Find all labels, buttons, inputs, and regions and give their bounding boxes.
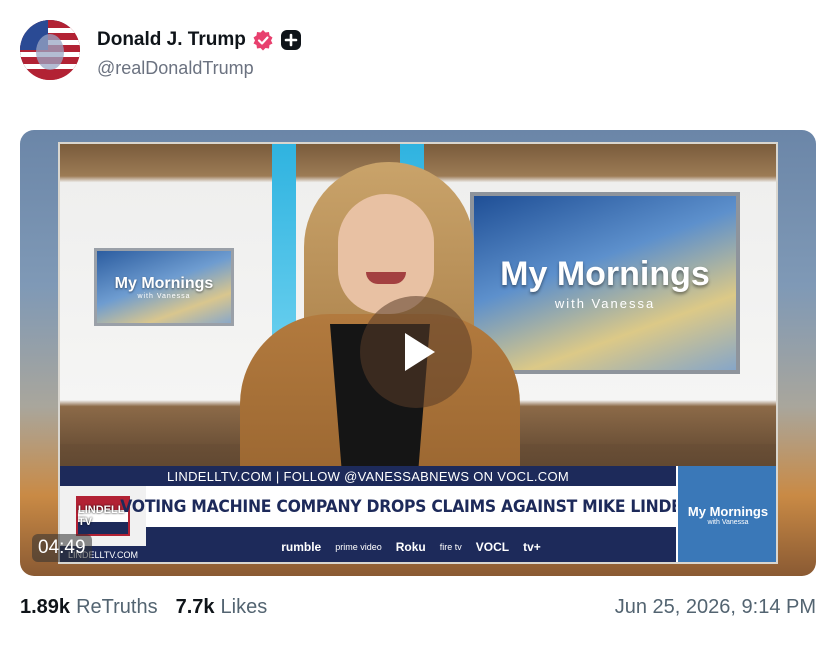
show-badge: My Mornings with Vanessa	[676, 466, 776, 562]
headline-text: VOTING MACHINE COMPANY DROPS CLAIMS AGAI…	[120, 496, 702, 517]
retruths-label[interactable]: ReTruths	[76, 596, 158, 619]
author-handle[interactable]: @realDonaldTrump	[97, 58, 254, 79]
show-title-large: My Mornings	[500, 255, 710, 293]
ticker-top-text: LINDELLTV.COM | FOLLOW @VANESSABNEWS ON …	[166, 468, 570, 484]
show-badge-title: My Mornings	[687, 504, 769, 519]
video-player[interactable]: My Mornings with Vanessa My Mornings wit…	[20, 130, 816, 576]
name-row: Donald J. Trump	[97, 27, 302, 53]
play-button[interactable]	[360, 296, 472, 408]
avatar-image	[20, 20, 80, 80]
platform-rumble: rumble	[281, 540, 322, 554]
show-title-small: My Mornings	[114, 274, 214, 292]
post-timestamp[interactable]: Jun 25, 2026, 9:14 PM	[615, 594, 816, 620]
show-subtitle-small: with Vanessa	[137, 292, 191, 300]
show-subtitle-large: with Vanessa	[554, 296, 656, 311]
platform-fire-tv: fire tv	[439, 542, 462, 552]
display-name[interactable]: Donald J. Trump	[97, 29, 246, 51]
show-badge-subtitle: with Vanessa	[707, 519, 749, 526]
plus-icon[interactable]	[280, 29, 302, 51]
studio-screen-large: My Mornings with Vanessa	[470, 192, 740, 374]
retruths-count[interactable]: 1.89k	[20, 596, 70, 619]
avatar[interactable]	[20, 20, 80, 80]
platform-prime-video: prime video	[335, 542, 382, 552]
host-mouth	[366, 272, 406, 284]
post-stats: 1.89k ReTruths 7.7k Likes	[20, 594, 267, 620]
platform-vocl: VOCL	[475, 540, 510, 554]
verified-badge-icon	[252, 29, 274, 51]
ticker-top: LINDELLTV.COM | FOLLOW @VANESSABNEWS ON …	[60, 466, 676, 486]
video-duration: 04:49	[32, 534, 92, 562]
studio-screen-small: My Mornings with Vanessa	[94, 248, 234, 326]
platform-apple-tv: tv+	[523, 540, 541, 554]
platforms-bar: rumble prime video Roku fire tv VOCL tv+	[146, 530, 676, 562]
play-icon	[405, 333, 435, 371]
likes-count[interactable]: 7.7k	[176, 596, 215, 619]
likes-label[interactable]: Likes	[221, 596, 268, 619]
headline-bar: VOTING MACHINE COMPANY DROPS CLAIMS AGAI…	[121, 486, 702, 530]
platform-roku: Roku	[395, 540, 426, 554]
post-header: Donald J. Trump @realDonaldTrump	[20, 20, 820, 84]
